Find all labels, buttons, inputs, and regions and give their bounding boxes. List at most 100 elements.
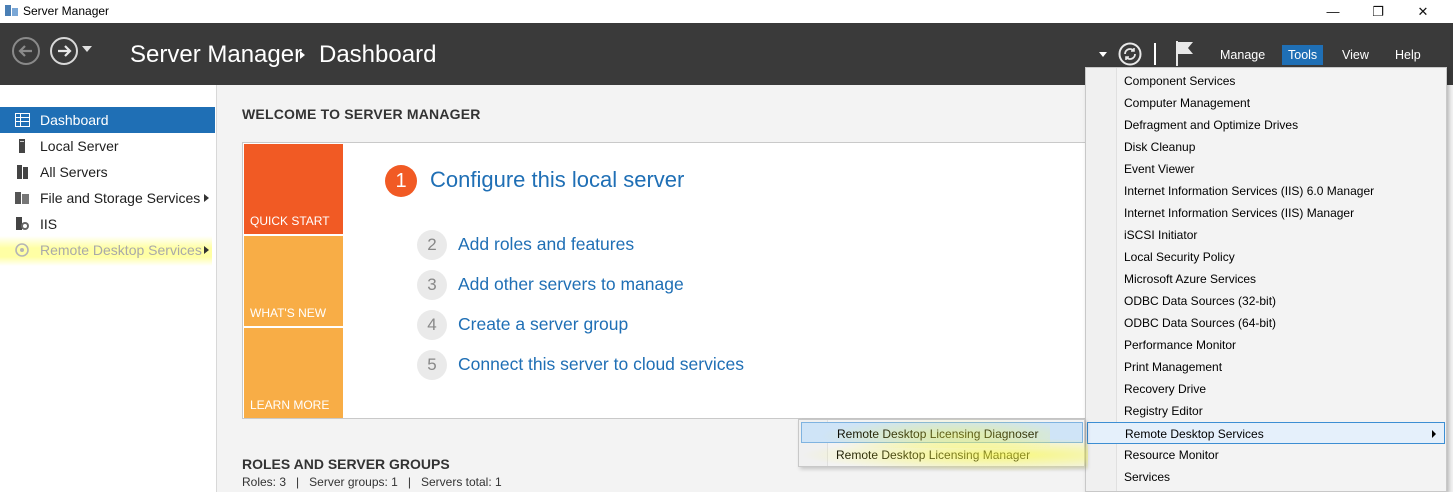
menu-item-label: Registry Editor: [1124, 404, 1203, 418]
menu-help[interactable]: Help: [1389, 45, 1427, 65]
expand-arrow-icon[interactable]: [204, 194, 209, 202]
configure-local-server-link[interactable]: Configure this local server: [430, 167, 684, 193]
welcome-title: WELCOME TO SERVER MANAGER: [242, 106, 481, 122]
breadcrumb-dashboard: Dashboard: [319, 41, 437, 68]
menu-item-label: Performance Monitor: [1124, 338, 1237, 352]
header-dropdown-icon[interactable]: [1099, 52, 1107, 57]
menu-item-label: Remote Desktop Licensing Manager: [836, 448, 1031, 462]
forward-button[interactable]: [50, 37, 78, 65]
notifications-flag-icon[interactable]: [1174, 39, 1196, 67]
expand-arrow-icon[interactable]: [204, 246, 209, 254]
menu-item-label: Defragment and Optimize Drives: [1124, 118, 1299, 132]
menu-tools[interactable]: Tools: [1282, 45, 1324, 65]
menu-item-label: Print Management: [1124, 360, 1223, 374]
tools-item-local-security-policy[interactable]: Local Security Policy: [1087, 246, 1445, 268]
menu-item-label: Microsoft Azure Services: [1124, 272, 1257, 286]
tile-label: LEARN MORE: [250, 398, 330, 412]
submenu-arrow-icon: [1432, 430, 1436, 438]
tools-item-disk-cleanup[interactable]: Disk Cleanup: [1087, 136, 1445, 158]
add-servers-link[interactable]: Add other servers to manage: [458, 274, 684, 295]
history-dropdown-icon[interactable]: [82, 46, 92, 52]
close-button[interactable]: ✕: [1400, 0, 1446, 23]
servers-icon: [17, 165, 28, 179]
remote-desktop-icon: [15, 243, 29, 257]
refresh-icon[interactable]: [1118, 42, 1142, 66]
menu-item-label: Local Security Policy: [1124, 250, 1235, 264]
tools-item-odbc-32[interactable]: ODBC Data Sources (32-bit): [1087, 290, 1445, 312]
sidebar-item-label: IIS: [40, 216, 58, 232]
sidebar-item-iis[interactable]: IIS: [0, 211, 215, 237]
menu-item-label: Event Viewer: [1124, 162, 1195, 176]
tools-item-computer-management[interactable]: Computer Management: [1087, 92, 1445, 114]
step-number-3: 3: [417, 270, 447, 300]
back-button[interactable]: [12, 37, 40, 65]
submenu-item-licensing-manager[interactable]: Remote Desktop Licensing Manager: [801, 444, 1083, 465]
tools-item-remote-desktop-services[interactable]: Remote Desktop Services: [1087, 422, 1445, 444]
roles-summary: Roles: 3 | Server groups: 1 | Servers to…: [242, 475, 502, 489]
tools-item-recovery-drive[interactable]: Recovery Drive: [1087, 378, 1445, 400]
server-icon: [19, 139, 25, 153]
breadcrumb-separator-icon: [300, 51, 305, 59]
breadcrumb-server-manager[interactable]: Server Manager: [130, 41, 302, 69]
menu-item-label: Internet Information Services (IIS) Mana…: [1124, 206, 1355, 220]
sidebar-item-label: File and Storage Services: [40, 190, 201, 206]
menu-item-label: iSCSI Initiator: [1124, 228, 1198, 242]
step-number-4: 4: [417, 310, 447, 340]
sidebar-item-dashboard[interactable]: Dashboard: [0, 107, 215, 133]
sidebar: Dashboard Local Server All Servers File …: [0, 85, 217, 492]
menu-item-label: Internet Information Services (IIS) 6.0 …: [1124, 184, 1375, 198]
menu-item-label: Recovery Drive: [1124, 382, 1207, 396]
arrow-left-icon: [18, 45, 32, 57]
tools-item-print-management[interactable]: Print Management: [1087, 356, 1445, 378]
tile-quick-start[interactable]: QUICK START: [244, 144, 343, 234]
menu-item-label: Remote Desktop Licensing Diagnoser: [837, 427, 1039, 441]
menu-manage[interactable]: Manage: [1214, 45, 1271, 65]
menu-item-label: Resource Monitor: [1124, 448, 1219, 462]
menu-item-label: Services: [1124, 470, 1171, 484]
connect-cloud-link[interactable]: Connect this server to cloud services: [458, 354, 744, 375]
sidebar-item-remote-desktop[interactable]: Remote Desktop Services: [0, 237, 215, 263]
minimize-button[interactable]: —: [1310, 0, 1356, 23]
tile-label: QUICK START: [250, 214, 330, 228]
tile-learn-more[interactable]: LEARN MORE: [244, 328, 343, 418]
step-number-2: 2: [417, 230, 447, 260]
sidebar-item-local-server[interactable]: Local Server: [0, 133, 215, 159]
arrow-right-icon: [58, 45, 72, 57]
tools-item-performance-monitor[interactable]: Performance Monitor: [1087, 334, 1445, 356]
storage-icon: [15, 192, 29, 204]
tile-label: WHAT'S NEW: [250, 306, 327, 320]
step-number-1: 1: [385, 165, 417, 197]
submenu-item-licensing-diagnoser[interactable]: Remote Desktop Licensing Diagnoser: [801, 422, 1083, 443]
tools-item-defragment[interactable]: Defragment and Optimize Drives: [1087, 114, 1445, 136]
tools-item-odbc-64[interactable]: ODBC Data Sources (64-bit): [1087, 312, 1445, 334]
roles-title: ROLES AND SERVER GROUPS: [242, 456, 450, 472]
window-title: Server Manager: [23, 4, 110, 18]
tools-item-iis-manager[interactable]: Internet Information Services (IIS) Mana…: [1087, 202, 1445, 224]
sidebar-item-label: Dashboard: [40, 112, 109, 128]
maximize-button[interactable]: ❐: [1355, 0, 1401, 23]
tools-item-iscsi-initiator[interactable]: iSCSI Initiator: [1087, 224, 1445, 246]
tools-item-event-viewer[interactable]: Event Viewer: [1087, 158, 1445, 180]
menu-item-label: ODBC Data Sources (32-bit): [1124, 294, 1277, 308]
tools-item-registry-editor[interactable]: Registry Editor: [1087, 400, 1445, 422]
tile-whats-new[interactable]: WHAT'S NEW: [244, 236, 343, 326]
tools-item-azure-services[interactable]: Microsoft Azure Services: [1087, 268, 1445, 290]
menu-item-label: Remote Desktop Services: [1125, 427, 1264, 441]
tools-item-services[interactable]: Services: [1087, 466, 1445, 488]
create-server-group-link[interactable]: Create a server group: [458, 314, 628, 335]
header-divider: [1154, 43, 1156, 65]
dashboard-icon: [15, 113, 30, 127]
sidebar-item-file-storage[interactable]: File and Storage Services: [0, 185, 215, 211]
tools-item-iis6-manager[interactable]: Internet Information Services (IIS) 6.0 …: [1087, 180, 1445, 202]
remote-desktop-submenu: Remote Desktop Licensing Diagnoser Remot…: [798, 419, 1085, 467]
server-manager-app-icon: [5, 5, 18, 16]
tools-item-resource-monitor[interactable]: Resource Monitor: [1087, 444, 1445, 466]
title-bar: Server Manager — ❐ ✕: [0, 0, 1453, 23]
sidebar-item-all-servers[interactable]: All Servers: [0, 159, 215, 185]
add-roles-link[interactable]: Add roles and features: [458, 234, 634, 255]
tools-item-component-services[interactable]: Component Services: [1087, 70, 1445, 92]
step-number-5: 5: [417, 350, 447, 380]
sidebar-item-label: All Servers: [40, 164, 108, 180]
menu-view[interactable]: View: [1336, 45, 1375, 65]
iis-icon: [16, 217, 29, 230]
